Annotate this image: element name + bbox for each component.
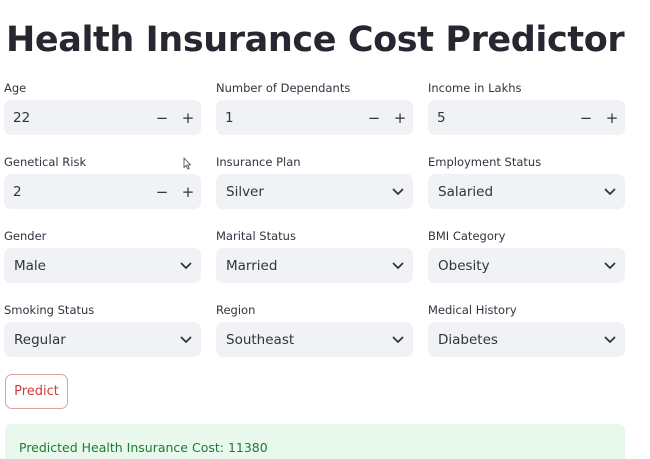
dependants-increment-button[interactable]: + <box>387 109 413 127</box>
form-row: Age 22 − + Number of Dependants 1 − + In… <box>4 80 626 154</box>
dependants-decrement-button[interactable]: − <box>361 109 387 127</box>
income-field: Income in Lakhs 5 − + <box>428 80 625 154</box>
bmi-category-value: Obesity <box>438 257 490 274</box>
chevron-down-icon <box>171 336 201 344</box>
genetical-risk-label: Genetical Risk <box>4 155 87 169</box>
chevron-down-icon <box>595 336 625 344</box>
mouse-pointer-icon <box>183 155 192 174</box>
app-page: Health Insurance Cost Predictor Age 22 −… <box>0 0 650 459</box>
age-stepper: 22 − + <box>4 100 201 135</box>
employment-status-label: Employment Status <box>428 155 542 169</box>
medical-history-value: Diabetes <box>438 331 498 348</box>
form-row: Smoking Status Regular Region Southeast … <box>4 302 626 376</box>
gender-select[interactable]: Male <box>4 248 201 283</box>
chevron-down-icon <box>383 262 413 270</box>
income-input[interactable]: 5 <box>428 110 573 126</box>
age-decrement-button[interactable]: − <box>149 109 175 127</box>
bmi-category-field: BMI Category Obesity <box>428 228 625 302</box>
income-label: Income in Lakhs <box>428 81 522 95</box>
marital-status-select[interactable]: Married <box>216 248 413 283</box>
chevron-down-icon <box>383 188 413 196</box>
genetical-risk-input[interactable]: 2 <box>4 184 149 200</box>
smoking-status-field: Smoking Status Regular <box>4 302 201 376</box>
chevron-down-icon <box>171 262 201 270</box>
page-title: Health Insurance Cost Predictor <box>6 20 625 60</box>
genetical-risk-field: Genetical Risk 2 − + <box>4 154 201 228</box>
genetical-risk-increment-button[interactable]: + <box>175 183 201 201</box>
marital-status-value: Married <box>226 257 278 274</box>
dependants-stepper: 1 − + <box>216 100 413 135</box>
smoking-status-value: Regular <box>14 331 66 348</box>
income-increment-button[interactable]: + <box>599 109 625 127</box>
medical-history-field: Medical History Diabetes <box>428 302 625 376</box>
bmi-category-label: BMI Category <box>428 229 506 243</box>
dependants-label: Number of Dependants <box>216 81 351 95</box>
chevron-down-icon <box>383 336 413 344</box>
bmi-category-select[interactable]: Obesity <box>428 248 625 283</box>
marital-status-label: Marital Status <box>216 229 296 243</box>
age-increment-button[interactable]: + <box>175 109 201 127</box>
insurance-plan-value: Silver <box>226 183 264 200</box>
form-row: Gender Male Marital Status Married BMI C… <box>4 228 626 302</box>
prediction-result: Predicted Health Insurance Cost: 11380 <box>5 424 625 459</box>
insurance-plan-label: Insurance Plan <box>216 155 301 169</box>
genetical-risk-decrement-button[interactable]: − <box>149 183 175 201</box>
dependants-input[interactable]: 1 <box>216 110 361 126</box>
gender-field: Gender Male <box>4 228 201 302</box>
predict-button[interactable]: Predict <box>5 374 68 409</box>
smoking-status-label: Smoking Status <box>4 303 95 317</box>
chevron-down-icon <box>595 188 625 196</box>
smoking-status-select[interactable]: Regular <box>4 322 201 357</box>
medical-history-select[interactable]: Diabetes <box>428 322 625 357</box>
genetical-risk-stepper: 2 − + <box>4 174 201 209</box>
employment-status-field: Employment Status Salaried <box>428 154 625 228</box>
age-field: Age 22 − + <box>4 80 201 154</box>
insurance-plan-select[interactable]: Silver <box>216 174 413 209</box>
income-stepper: 5 − + <box>428 100 625 135</box>
chevron-down-icon <box>595 262 625 270</box>
input-form: Age 22 − + Number of Dependants 1 − + In… <box>4 80 626 376</box>
region-field: Region Southeast <box>216 302 413 376</box>
region-select[interactable]: Southeast <box>216 322 413 357</box>
form-row: Genetical Risk 2 − + Insurance Plan Silv… <box>4 154 626 228</box>
age-input[interactable]: 22 <box>4 110 149 126</box>
region-value: Southeast <box>226 331 295 348</box>
age-label: Age <box>4 81 27 95</box>
income-decrement-button[interactable]: − <box>573 109 599 127</box>
gender-value: Male <box>14 257 46 274</box>
marital-status-field: Marital Status Married <box>216 228 413 302</box>
employment-status-value: Salaried <box>438 183 494 200</box>
medical-history-label: Medical History <box>428 303 517 317</box>
dependants-field: Number of Dependants 1 − + <box>216 80 413 154</box>
employment-status-select[interactable]: Salaried <box>428 174 625 209</box>
prediction-result-text: Predicted Health Insurance Cost: 11380 <box>19 440 268 455</box>
insurance-plan-field: Insurance Plan Silver <box>216 154 413 228</box>
gender-label: Gender <box>4 229 47 243</box>
region-label: Region <box>216 303 256 317</box>
